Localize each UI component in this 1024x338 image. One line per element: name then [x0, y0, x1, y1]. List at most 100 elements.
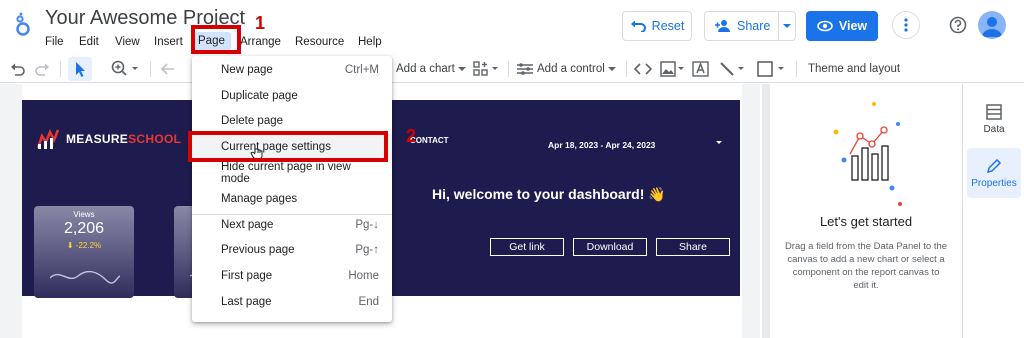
kpi-card-views[interactable]: Views 2,206 ⬇ -22.2% [34, 206, 134, 298]
redo-icon[interactable] [34, 59, 50, 79]
embed-code-icon[interactable] [634, 59, 652, 79]
toolbar-separator [60, 61, 61, 77]
menu-item-label: Next page [221, 219, 274, 231]
account-avatar[interactable] [978, 11, 1006, 39]
add-control-label: Add a control [537, 63, 605, 75]
undo-arrow-icon [630, 20, 646, 32]
menu-item-current-page-settings[interactable]: Current page settings [192, 134, 392, 160]
add-chart-label: Add a chart [396, 63, 455, 75]
cursor-arrow-icon [76, 62, 85, 77]
menu-item-label: Delete page [221, 115, 284, 127]
share-dropdown-chevron-icon[interactable] [782, 22, 792, 30]
menu-item-label: Manage pages [221, 193, 298, 205]
share-divider [778, 12, 779, 40]
menu-help[interactable]: Help [358, 33, 382, 51]
view-button[interactable]: View [806, 11, 878, 41]
menu-item-last-page[interactable]: Last page End [192, 289, 392, 315]
menu-item-first-page[interactable]: First page Home [192, 263, 392, 289]
menu-item-manage-pages[interactable]: Manage pages [192, 186, 392, 212]
menu-view[interactable]: View [115, 33, 140, 51]
toolbar-separator [796, 61, 797, 77]
rail-properties-tab[interactable]: Properties [967, 148, 1021, 198]
welcome-heading: Hi, welcome to your dashboard! 👋 [432, 186, 666, 202]
chevron-down-icon [457, 67, 466, 71]
shape-tool-icon[interactable] [756, 59, 788, 79]
select-tool-button[interactable] [68, 57, 92, 81]
menu-arrange[interactable]: Arrange [240, 33, 281, 51]
menu-item-label: Hide current page in view mode [221, 161, 351, 185]
get-started-description: Drag a field from the Data Panel to the … [784, 241, 948, 291]
menu-insert[interactable]: Insert [154, 33, 183, 51]
text-box-icon[interactable] [692, 59, 710, 79]
person-avatar-icon [982, 17, 1002, 37]
menu-item-hide-page[interactable]: Hide current page in view mode [192, 160, 392, 186]
menu-item-shortcut: Ctrl+M [344, 64, 379, 76]
menu-item-label: Duplicate page [221, 90, 298, 102]
menu-item-label: First page [221, 270, 273, 282]
measureschool-wordmark: MEASURESCHOOL [66, 132, 181, 146]
annotation-step-1: 1 [255, 13, 266, 33]
get-started-illustration [833, 102, 902, 206]
menu-item-label: Last page [221, 296, 272, 308]
date-dropdown-icon[interactable] [716, 140, 722, 146]
properties-panel: Let's get started Drag a field from the … [770, 84, 962, 338]
image-icon[interactable] [660, 59, 686, 79]
reset-button[interactable]: Reset [622, 11, 692, 41]
help-button[interactable] [944, 11, 972, 39]
add-control-button[interactable]: Add a control [516, 59, 616, 79]
measureschool-logo-icon [36, 128, 60, 149]
undo-icon[interactable] [10, 59, 26, 79]
kpi-value: 2,206 [63, 220, 105, 237]
view-label: View [838, 19, 868, 33]
menu-item-new-page[interactable]: New page Ctrl+M [192, 57, 392, 83]
menu-resource[interactable]: Resource [295, 33, 344, 51]
logo-text-school: SCHOOL [128, 132, 182, 146]
theme-and-layout-button[interactable]: Theme and layout [808, 59, 900, 79]
toolbar-separator [150, 61, 151, 77]
toolbar-separator [626, 61, 627, 77]
rail-data-tab[interactable]: Data [967, 94, 1021, 144]
add-chart-button[interactable]: Add a chart [396, 59, 466, 79]
page-menu-dropdown: New page Ctrl+M Duplicate page Delete pag… [192, 56, 392, 322]
get-started-title: Let's get started [819, 214, 913, 229]
back-arrow-icon[interactable] [160, 59, 176, 79]
menu-item-label: Previous page [221, 244, 295, 256]
kpi-sparkline [50, 270, 120, 284]
toolbar-separator [508, 61, 509, 77]
canvas-scrollbar[interactable] [762, 84, 770, 338]
menu-item-previous-page[interactable]: Previous page Pg-↑ [192, 237, 392, 263]
data-table-icon [986, 103, 1002, 120]
report-share-button[interactable]: Share [656, 238, 730, 256]
kpi-label: Views [73, 210, 95, 219]
menu-item-shortcut: Pg-↓ [355, 219, 379, 231]
sliders-icon [517, 63, 533, 75]
more-options-button[interactable] [892, 11, 920, 39]
mouse-pointer-icon [250, 145, 263, 160]
help-icon [949, 16, 967, 34]
menu-item-next-page[interactable]: Next page Pg-↓ [192, 212, 392, 238]
toolbar: Add a chart Add a control Theme and layo… [0, 55, 1024, 83]
logo-text-measure: MEASURE [66, 132, 129, 146]
share-label: Share [737, 19, 771, 33]
pencil-icon [986, 158, 1002, 173]
community-components-icon[interactable] [472, 59, 500, 79]
get-link-button[interactable]: Get link [490, 238, 564, 256]
annotation-step-2: 2 [406, 126, 417, 146]
download-button[interactable]: Download [573, 238, 647, 256]
looker-studio-logo-icon [16, 12, 30, 36]
side-rail: Data Properties [962, 84, 1024, 338]
zoom-icon[interactable] [110, 59, 140, 79]
menu-file[interactable]: File [45, 33, 64, 51]
menu-edit[interactable]: Edit [79, 33, 99, 51]
menu-item-shortcut: Home [348, 270, 379, 282]
date-range-control[interactable]: Apr 18, 2023 - Apr 24, 2023 [548, 140, 655, 150]
line-tool-icon[interactable] [718, 59, 746, 79]
menu-page[interactable]: Page [192, 32, 231, 50]
menu-item-delete-page[interactable]: Delete page [192, 108, 392, 134]
eye-icon [817, 20, 833, 32]
menu-item-duplicate-page[interactable]: Duplicate page [192, 83, 392, 109]
kpi-delta: ⬇ -22.2% [66, 241, 102, 250]
report-title[interactable]: Your Awesome Project [45, 7, 245, 30]
menu-item-shortcut: End [358, 296, 379, 308]
more-vert-icon [904, 18, 908, 32]
